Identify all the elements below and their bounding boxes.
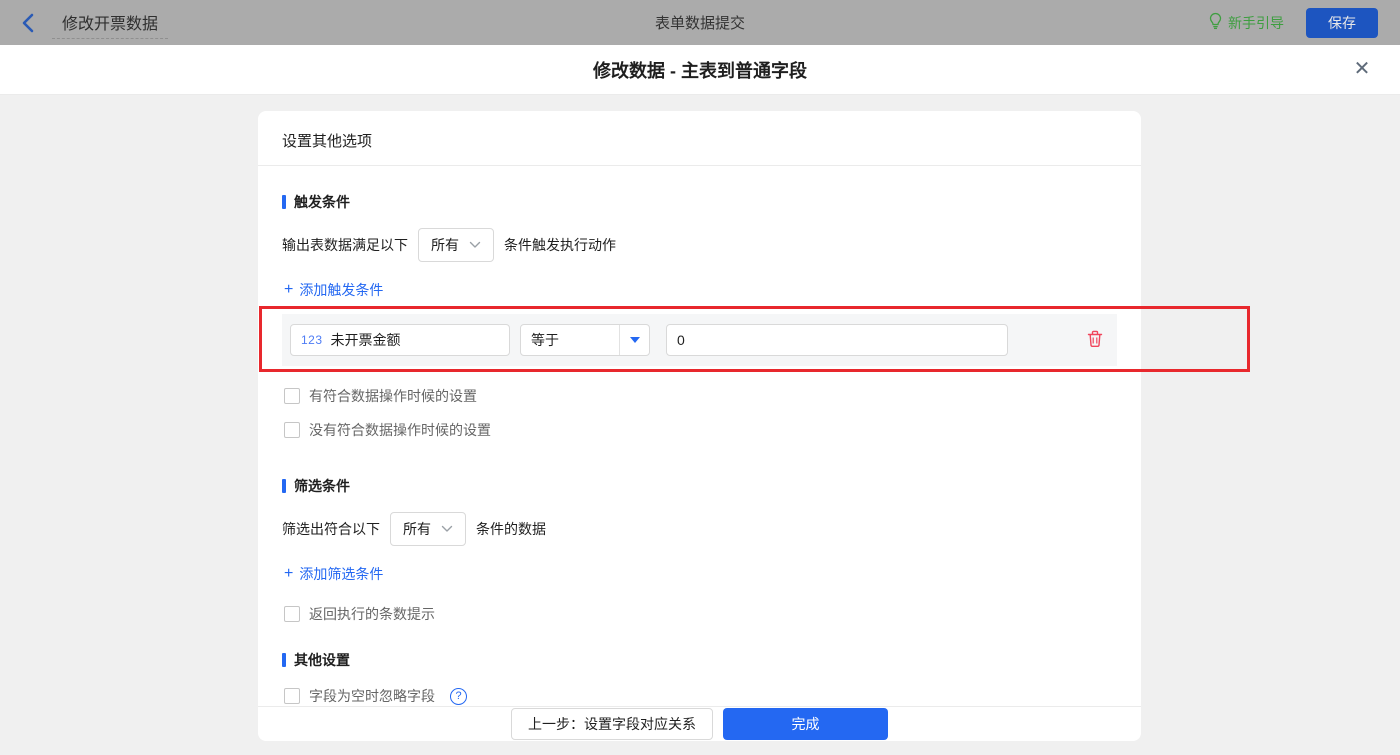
chevron-down-icon (441, 525, 453, 533)
options-card: 设置其他选项 触发条件 输出表数据满足以下 所有 条件触发执行动作 + 添加触发… (258, 111, 1250, 741)
beginner-guide-label: 新手引导 (1228, 14, 1284, 31)
delete-condition-button[interactable] (1087, 330, 1103, 351)
section-accent-bar (282, 653, 286, 667)
condition-field-select[interactable]: 123 未开票金额 (290, 324, 510, 356)
trigger-sentence-suffix: 条件触发执行动作 (504, 237, 616, 253)
topbar-center-title: 表单数据提交 (654, 15, 745, 32)
trigger-match-select[interactable]: 所有 (418, 228, 494, 262)
section-accent-bar (282, 195, 286, 209)
filter-sentence-prefix: 筛选出符合以下 (282, 521, 380, 537)
add-trigger-condition-link[interactable]: + 添加触发条件 (284, 280, 383, 300)
annotation-highlight-box: 123 未开票金额 等于 (259, 306, 1250, 372)
previous-step-button[interactable]: 上一步：设置字段对应关系 (511, 708, 713, 740)
ignore-empty-checkbox[interactable] (284, 688, 300, 704)
chevron-left-icon (22, 13, 34, 33)
close-icon[interactable]: ✕ (1348, 55, 1376, 83)
has-match-label: 有符合数据操作时候的设置 (309, 388, 477, 404)
no-match-label: 没有符合数据操作时候的设置 (309, 422, 491, 438)
help-icon[interactable]: ? (450, 687, 467, 705)
dialog-title: 修改数据 - 主表到普通字段 (593, 60, 807, 81)
chevron-down-icon (469, 241, 481, 249)
condition-field-name: 未开票金额 (330, 332, 401, 348)
beginner-guide-link[interactable]: 新手引导 (1208, 12, 1284, 33)
count-hint-checkbox[interactable] (284, 606, 300, 622)
ignore-empty-row: 字段为空时忽略字段 ? (284, 686, 1117, 706)
flow-name-editable[interactable]: 修改开票数据 (52, 7, 169, 39)
count-hint-row: 返回执行的条数提示 (284, 604, 1117, 624)
card-footer: 上一步：设置字段对应关系 完成 (258, 706, 1141, 741)
count-hint-label: 返回执行的条数提示 (309, 606, 435, 622)
trigger-condition-row: 123 未开票金额 等于 (282, 314, 1117, 366)
condition-operator-select[interactable]: 等于 (520, 324, 650, 356)
triangle-down-icon (619, 325, 649, 355)
trigger-section-title: 触发条件 (282, 192, 1117, 212)
condition-operator-value: 等于 (531, 332, 559, 348)
condition-value-input[interactable] (666, 324, 1008, 356)
add-filter-condition-link[interactable]: + 添加筛选条件 (284, 564, 383, 584)
filter-sentence-suffix: 条件的数据 (476, 521, 546, 537)
filter-match-select[interactable]: 所有 (390, 512, 466, 546)
trash-icon (1087, 330, 1103, 351)
card-title: 设置其他选项 (258, 111, 1141, 166)
dialog-header: 修改数据 - 主表到普通字段 ✕ (0, 45, 1400, 95)
plus-icon: + (284, 281, 294, 298)
no-match-setting-row: 没有符合数据操作时候的设置 (284, 420, 1117, 440)
dialog-body: 设置其他选项 触发条件 输出表数据满足以下 所有 条件触发执行动作 + 添加触发… (0, 95, 1400, 755)
lightbulb-icon (1208, 12, 1223, 33)
plus-icon: + (284, 565, 294, 582)
section-accent-bar (282, 479, 286, 493)
other-section-title: 其他设置 (282, 650, 1117, 670)
save-button[interactable]: 保存 (1306, 7, 1378, 38)
ignore-empty-label: 字段为空时忽略字段 (309, 688, 435, 704)
done-button[interactable]: 完成 (723, 708, 888, 740)
trigger-sentence-prefix: 输出表数据满足以下 (282, 237, 408, 253)
has-match-checkbox[interactable] (284, 388, 300, 404)
number-field-type-icon: 123 (301, 333, 323, 347)
topbar: 表单数据提交 修改开票数据 新手引导 保存 (0, 0, 1400, 45)
filter-section-title: 筛选条件 (282, 476, 1117, 496)
back-button[interactable] (22, 13, 34, 33)
has-match-setting-row: 有符合数据操作时候的设置 (284, 386, 1117, 406)
no-match-checkbox[interactable] (284, 422, 300, 438)
